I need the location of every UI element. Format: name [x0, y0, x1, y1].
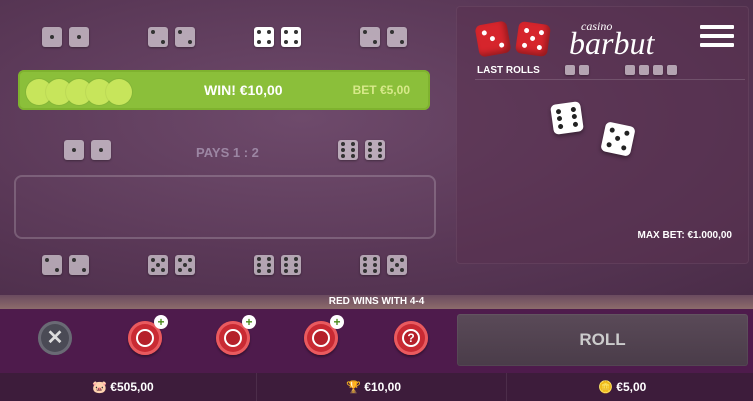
die-face-6 — [360, 255, 380, 275]
die-face-4 — [639, 65, 649, 75]
die-face-2 — [667, 65, 677, 75]
x-icon: ✕ — [46, 327, 64, 349]
die-face-4 — [653, 65, 663, 75]
win-item: 🏆 €10,00 — [346, 380, 401, 394]
chip-icon — [224, 329, 242, 347]
footer-bar: 🐷 €505,00 🏆 €10,00 🪙 €5,00 — [0, 373, 753, 401]
balance-item: 🐷 €505,00 — [92, 380, 154, 394]
pays-label: PAYS 1 : 2 — [196, 145, 259, 160]
help-icon: ? — [402, 329, 420, 347]
chip-button-1[interactable]: + — [128, 315, 168, 355]
die-face-1 — [64, 140, 84, 160]
divider — [256, 373, 257, 401]
rolled-die-icon — [600, 121, 636, 157]
chip-icon — [106, 79, 132, 105]
trophy-icon: 🏆 — [346, 380, 361, 394]
divider — [475, 79, 745, 80]
die-face-2 — [360, 27, 380, 47]
die-face-4 — [254, 27, 274, 47]
piggy-bank-icon: 🐷 — [92, 380, 107, 394]
die-face-2 — [387, 27, 407, 47]
die-face-2 — [148, 27, 168, 47]
win-amount: WIN! €10,00 — [204, 82, 283, 98]
chip-button-2[interactable]: + — [216, 315, 256, 355]
logo-barbut-text: barbut — [569, 25, 655, 61]
die-face-2 — [579, 65, 589, 75]
game-table: WIN! €10,00 BET €5,00 PAYS 1 : 2 casino … — [0, 0, 753, 295]
die-face-2 — [565, 65, 575, 75]
bet-value: €5,00 — [616, 380, 647, 394]
max-bet-label: MAX BET: €1.000,00 — [637, 230, 733, 241]
last-rolls-label: LAST ROLLS — [477, 65, 540, 76]
plus-icon: + — [242, 315, 256, 329]
die-face-2 — [69, 255, 89, 275]
chips-stack-icon: 🪙 — [598, 380, 613, 394]
divider — [506, 373, 507, 401]
balance-value: €505,00 — [110, 380, 154, 394]
bet-row-empty[interactable] — [14, 175, 436, 239]
bet-row-win[interactable]: WIN! €10,00 BET €5,00 — [18, 70, 430, 110]
rolled-die-icon — [550, 101, 584, 135]
die-face-5 — [387, 255, 407, 275]
plus-icon: + — [330, 315, 344, 329]
die-face-1 — [69, 27, 89, 47]
die-face-1 — [91, 140, 111, 160]
info-panel: casino barbut LAST ROLLS MAX BET: €1.000… — [456, 6, 749, 264]
red-die-icon — [474, 20, 512, 58]
die-face-2 — [175, 27, 195, 47]
win-value: €10,00 — [364, 380, 401, 394]
chip-icon — [136, 329, 154, 347]
plus-icon: + — [154, 315, 168, 329]
status-message: RED WINS WITH 4-4 — [0, 295, 753, 309]
bet-amount: BET €5,00 — [352, 83, 410, 97]
die-face-5 — [148, 255, 168, 275]
bet-item: 🪙 €5,00 — [598, 380, 646, 394]
die-face-6 — [338, 140, 358, 160]
die-face-6 — [281, 255, 301, 275]
red-die-icon — [514, 20, 552, 58]
menu-icon[interactable] — [700, 25, 734, 47]
die-face-4 — [625, 65, 635, 75]
clear-bets-button[interactable]: ✕ — [38, 321, 72, 355]
die-face-6 — [254, 255, 274, 275]
chip-icon — [312, 329, 330, 347]
die-face-4 — [281, 27, 301, 47]
chip-button-3[interactable]: + — [304, 315, 344, 355]
die-face-2 — [42, 255, 62, 275]
control-bar: ✕ + + + ? ROLL — [0, 309, 753, 373]
die-face-5 — [175, 255, 195, 275]
die-face-1 — [42, 27, 62, 47]
roll-button[interactable]: ROLL — [457, 314, 748, 366]
die-face-6 — [365, 140, 385, 160]
help-button[interactable]: ? — [394, 321, 428, 355]
